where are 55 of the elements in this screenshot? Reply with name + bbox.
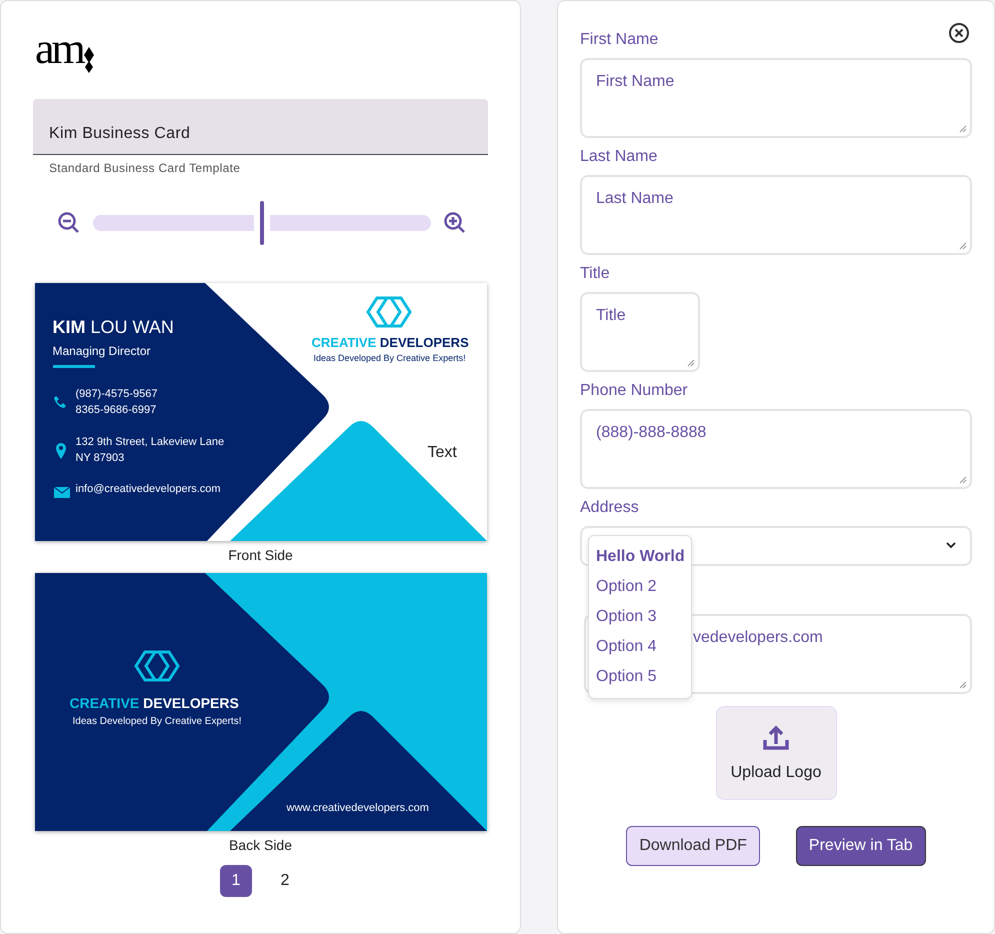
card-text: Text: [428, 443, 457, 463]
field-label: Address: [580, 499, 639, 517]
close-icon[interactable]: [948, 22, 970, 44]
phone-icon: [52, 395, 66, 409]
email-text: info@creativedevelopers.com: [76, 482, 221, 497]
upload-icon: [762, 724, 790, 752]
card-caption: Back Side: [228, 837, 292, 853]
zoom-in-icon[interactable]: [443, 211, 467, 235]
resize-handle-icon[interactable]: [959, 125, 967, 133]
job-title: Managing Director: [52, 343, 151, 360]
resize-handle-icon[interactable]: [959, 476, 967, 484]
tagline: Ideas Developed By Creative Experts!: [72, 715, 242, 729]
slider-thumb[interactable]: [260, 201, 264, 245]
hexagon-logo-icon: [132, 649, 180, 683]
dropdown-option[interactable]: Option 2: [589, 572, 691, 602]
field-label: First Name: [580, 31, 658, 49]
zoom-out-icon[interactable]: [57, 211, 81, 235]
website-text: www.creativedevelopers.com: [286, 801, 429, 816]
address-line: NY 87903: [76, 450, 126, 466]
resize-handle-icon[interactable]: [959, 681, 967, 689]
phone-number: (987)-4575-9567: [76, 387, 158, 402]
text-area[interactable]: First Name: [580, 58, 972, 138]
resize-handle-icon[interactable]: [687, 359, 695, 367]
secondary-button[interactable]: Download PDF: [626, 826, 760, 866]
field-label: Last Name: [580, 148, 658, 166]
helper-text: Standard Business Card Template: [48, 160, 242, 175]
text-area[interactable]: Title: [580, 292, 700, 372]
page-button[interactable]: 2: [269, 865, 301, 897]
field-label: Phone Number: [580, 382, 688, 400]
company-name: CREATIVE DEVELOPERS: [312, 334, 469, 352]
location-pin-icon: [56, 443, 66, 459]
primary-button[interactable]: Preview in Tab: [796, 826, 926, 866]
person-name: KIM LOU WAN: [52, 317, 174, 338]
resize-handle-icon[interactable]: [959, 242, 967, 250]
dropdown-option[interactable]: Option 4: [589, 632, 691, 662]
hexagon-logo-icon: [364, 295, 412, 329]
tagline: Ideas Developed By Creative Experts!: [314, 352, 466, 365]
dropdown-option[interactable]: Hello World: [589, 542, 691, 572]
accent-line: [52, 365, 94, 368]
company-name: CREATIVE DEVELOPERS: [70, 694, 239, 713]
phone-number: 8365-9686-6997: [76, 402, 158, 418]
envelope-icon: [54, 487, 70, 498]
field-label: Title: [580, 265, 610, 283]
text-area[interactable]: Last Name: [580, 175, 972, 255]
chevron-down-icon: [946, 542, 956, 549]
dropdown-option[interactable]: Option 5: [589, 662, 691, 692]
text-area[interactable]: (888)-888-8888: [580, 409, 972, 489]
logo: am: [35, 29, 83, 73]
address-line: 132 9th Street, Lakeview Lane: [76, 435, 224, 450]
zoom-slider[interactable]: [93, 201, 431, 245]
page-button[interactable]: 1: [220, 865, 252, 897]
template-name-field[interactable]: Kim Business Card: [33, 99, 488, 155]
diamond-icon: [82, 47, 95, 73]
card-caption: Front Side: [228, 547, 293, 563]
upload-logo-button[interactable]: Upload Logo: [716, 706, 836, 800]
